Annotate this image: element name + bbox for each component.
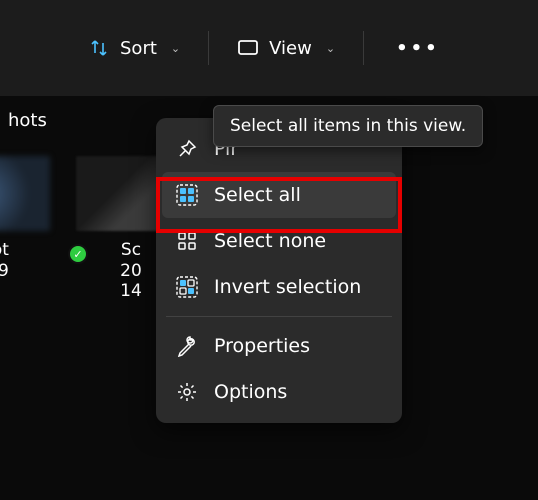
more-button[interactable]: •••	[374, 28, 462, 69]
menu-item-select-none[interactable]: Select none	[162, 218, 396, 264]
menu-item-options[interactable]: Options	[162, 369, 396, 415]
sync-check-icon: ✓	[68, 244, 88, 264]
properties-icon	[176, 335, 198, 357]
context-menu: Pir Select all Select none	[156, 118, 402, 423]
menu-item-label: Select all	[214, 184, 382, 206]
view-button[interactable]: View ⌄	[219, 27, 353, 69]
menu-item-select-all[interactable]: Select all	[162, 172, 396, 218]
toolbar-separator	[208, 31, 209, 65]
sort-button[interactable]: Sort ⌄	[70, 27, 198, 69]
options-icon	[176, 381, 198, 403]
toolbar: Sort ⌄ View ⌄ •••	[0, 0, 538, 96]
menu-item-label: Properties	[214, 335, 382, 357]
thumbnail-sub: 20	[120, 261, 142, 281]
sort-icon	[88, 37, 110, 59]
view-label: View	[269, 38, 312, 59]
menu-item-label: Options	[214, 381, 382, 403]
breadcrumb-tail: hots	[8, 110, 47, 131]
tooltip: Select all items in this view.	[213, 105, 483, 147]
thumbnail-sub: -29	[0, 261, 9, 281]
thumbnail-image	[0, 156, 50, 231]
invert-selection-icon	[176, 276, 198, 298]
chevron-down-icon: ⌄	[171, 42, 180, 55]
select-all-icon	[176, 184, 198, 206]
thumbnail-name: hot	[0, 239, 9, 261]
chevron-down-icon: ⌄	[326, 42, 335, 55]
thumbnail-name: Sc	[121, 239, 141, 261]
menu-separator	[166, 316, 392, 317]
menu-item-invert-selection[interactable]: Invert selection	[162, 264, 396, 310]
select-none-icon	[176, 230, 198, 252]
sort-label: Sort	[120, 38, 157, 59]
more-icon: •••	[396, 38, 440, 59]
menu-item-properties[interactable]: Properties	[162, 323, 396, 369]
menu-item-label: Invert selection	[214, 276, 382, 298]
thumbnail-sub2: 14	[120, 281, 142, 301]
pin-icon	[176, 138, 198, 160]
menu-item-label: Select none	[214, 230, 382, 252]
thumbnail-item[interactable]: hot -29	[0, 156, 50, 301]
toolbar-separator	[363, 31, 364, 65]
tooltip-text: Select all items in this view.	[230, 116, 466, 136]
view-icon	[237, 37, 259, 59]
